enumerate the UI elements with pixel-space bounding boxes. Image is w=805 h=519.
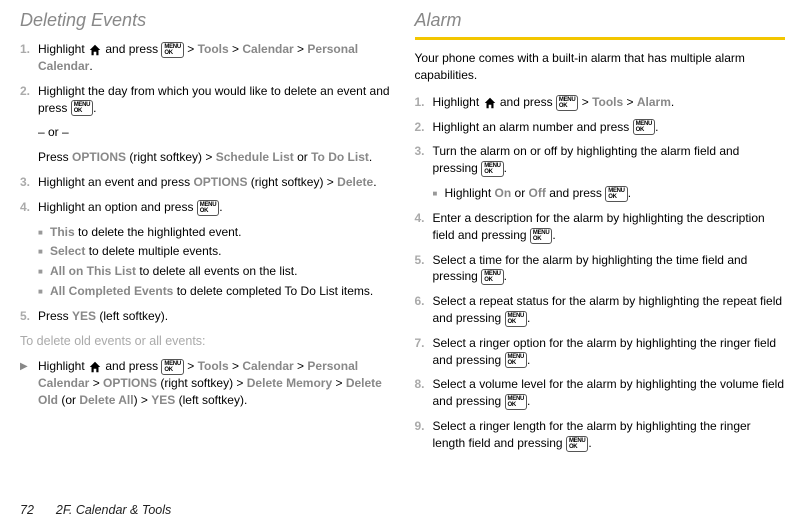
step3-body: Highlight an event and press OPTIONS (ri… bbox=[38, 174, 391, 191]
step-num-5: 5. bbox=[20, 308, 38, 325]
menu-ok-icon: MENUOK bbox=[505, 311, 527, 327]
step-num-1: 1. bbox=[20, 41, 38, 75]
chapter-label: 2F. Calendar & Tools bbox=[56, 502, 171, 519]
step2-body: Highlight the day from which you would l… bbox=[38, 83, 391, 117]
menu-ok-icon: MENUOK bbox=[556, 95, 578, 111]
menu-ok-icon: MENUOK bbox=[197, 200, 219, 216]
bullet-all-list: ■All on This List to delete all events o… bbox=[38, 263, 391, 280]
rstep8-body: Select a volume level for the alarm by h… bbox=[433, 376, 786, 410]
yellow-divider bbox=[415, 37, 786, 40]
bullet-select: ■Select to delete multiple events. bbox=[38, 243, 391, 260]
menu-ok-icon: MENUOK bbox=[481, 161, 503, 177]
subhead: To delete old events or all events: bbox=[20, 333, 391, 351]
rstep9-body: Select a ringer length for the alarm by … bbox=[433, 418, 786, 452]
step5-body: Press YES (left softkey). bbox=[38, 308, 391, 325]
rstep1-num: 1. bbox=[415, 94, 433, 111]
menu-ok-icon: MENUOK bbox=[566, 436, 588, 452]
alarm-intro: Your phone comes with a built-in alarm t… bbox=[415, 50, 786, 84]
bullet-all-completed: ■All Completed Events to delete complete… bbox=[38, 283, 391, 300]
home-icon bbox=[88, 43, 102, 57]
rstep7-num: 7. bbox=[415, 335, 433, 369]
rstep3-body: Turn the alarm on or off by highlighting… bbox=[433, 143, 786, 177]
rstep5-body: Select a time for the alarm by highlight… bbox=[433, 252, 786, 286]
menu-ok-icon: MENUOK bbox=[505, 394, 527, 410]
menu-ok-icon: MENUOK bbox=[71, 100, 93, 116]
rstep5-num: 5. bbox=[415, 252, 433, 286]
rstep6-body: Select a repeat status for the alarm by … bbox=[433, 293, 786, 327]
home-icon bbox=[88, 360, 102, 374]
step-num-4: 4. bbox=[20, 199, 38, 216]
rstep1-body: Highlight and press MENUOK > Tools > Ala… bbox=[433, 94, 786, 111]
rstep9-num: 9. bbox=[415, 418, 433, 452]
rstep6-num: 6. bbox=[415, 293, 433, 327]
menu-ok-icon: MENUOK bbox=[161, 42, 183, 58]
left-section-title: Deleting Events bbox=[20, 8, 391, 33]
home-icon bbox=[483, 96, 497, 110]
menu-ok-icon: MENUOK bbox=[605, 186, 627, 202]
menu-ok-icon: MENUOK bbox=[505, 352, 527, 368]
rstep2-num: 2. bbox=[415, 119, 433, 136]
rstep4-body: Enter a description for the alarm by hig… bbox=[433, 210, 786, 244]
menu-ok-icon: MENUOK bbox=[633, 119, 655, 135]
menu-ok-icon: MENUOK bbox=[530, 228, 552, 244]
rstep4-num: 4. bbox=[415, 210, 433, 244]
menu-ok-icon: MENUOK bbox=[161, 359, 183, 375]
step-num-3: 3. bbox=[20, 174, 38, 191]
step-num-2: 2. bbox=[20, 83, 38, 117]
step2-alt: Press OPTIONS (right softkey) > Schedule… bbox=[38, 149, 391, 166]
triangle-bullet-icon: ▶ bbox=[20, 358, 38, 408]
step1-body: Highlight and press MENUOK > Tools > Cal… bbox=[38, 41, 391, 75]
page-number: 72 bbox=[20, 502, 34, 519]
rstep3-num: 3. bbox=[415, 143, 433, 177]
rstep2-body: Highlight an alarm number and press MENU… bbox=[433, 119, 786, 136]
right-section-title: Alarm bbox=[415, 8, 786, 33]
rstep8-num: 8. bbox=[415, 376, 433, 410]
rstep3-sub: ■Highlight On or Off and press MENUOK. bbox=[433, 185, 786, 202]
step4-body: Highlight an option and press MENUOK. bbox=[38, 199, 391, 216]
menu-ok-icon: MENUOK bbox=[481, 269, 503, 285]
rstep7-body: Select a ringer option for the alarm by … bbox=[433, 335, 786, 369]
bullet-this: ■This to delete the highlighted event. bbox=[38, 224, 391, 241]
or-divider: – or – bbox=[38, 124, 391, 141]
delete-old-all: Highlight and press MENUOK > Tools > Cal… bbox=[38, 358, 391, 408]
